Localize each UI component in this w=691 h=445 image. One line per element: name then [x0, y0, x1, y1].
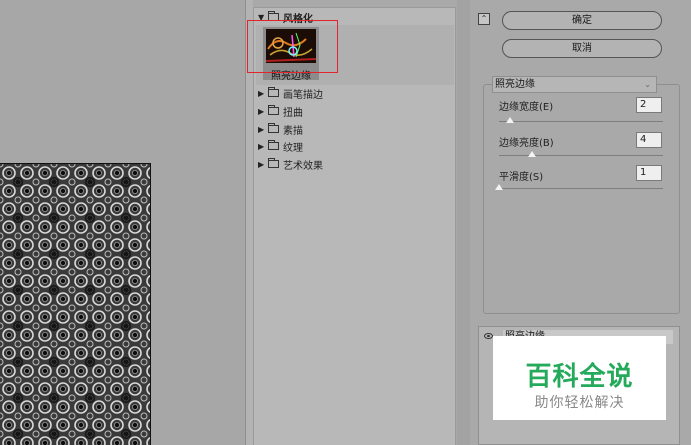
- divider-right[interactable]: [457, 0, 470, 445]
- watermark-subtitle: 助你轻松解决: [534, 395, 625, 411]
- smoothness-label: 平滑度(S): [499, 172, 544, 183]
- ok-button[interactable]: 确定: [502, 11, 662, 30]
- collapsed-arrow-icon: ▶: [258, 124, 265, 134]
- edge-brightness-label: 边缘亮度(B): [499, 138, 554, 149]
- category-label: 纹理: [283, 142, 303, 154]
- folder-icon: [268, 105, 279, 115]
- category-label: 扭曲: [283, 107, 303, 119]
- category-texture[interactable]: ▶ 纹理: [258, 139, 303, 154]
- filter-parameters: 照亮边缘 ⌄ 边缘宽度(E) 2 边缘亮度(B) 4 平滑度(S) 1: [483, 76, 680, 314]
- collapsed-arrow-icon: ▶: [258, 106, 265, 116]
- smoothness-slider[interactable]: [495, 184, 663, 190]
- smoothness-field[interactable]: 1: [636, 165, 662, 181]
- watermark-title: 百科全说: [525, 362, 634, 392]
- edge-width-label: 边缘宽度(E): [499, 102, 554, 113]
- folder-icon: [268, 158, 279, 168]
- edge-brightness-field[interactable]: 4: [636, 132, 662, 148]
- folder-icon: [268, 87, 279, 97]
- category-distort[interactable]: ▶ 扭曲: [258, 104, 303, 119]
- cancel-button[interactable]: 取消: [502, 39, 662, 58]
- category-artistic[interactable]: ▶ 艺术效果: [258, 157, 323, 172]
- collapse-gallery-button[interactable]: ⌃: [478, 13, 490, 25]
- collapsed-arrow-icon: ▶: [258, 88, 265, 98]
- category-label: 素描: [283, 125, 303, 137]
- edge-brightness-slider[interactable]: [499, 151, 663, 157]
- folder-icon: [268, 140, 279, 150]
- slider-thumb[interactable]: [527, 151, 536, 157]
- watermark: 百科全说 助你轻松解决: [493, 336, 666, 420]
- collapsed-arrow-icon: ▶: [258, 141, 265, 151]
- edge-width-slider[interactable]: [499, 117, 663, 123]
- category-label: 画笔描边: [283, 89, 323, 101]
- preview-panel: [0, 0, 246, 445]
- slider-thumb[interactable]: [495, 184, 503, 190]
- filter-select[interactable]: 照亮边缘 ⌄: [492, 76, 657, 93]
- edge-width-field[interactable]: 2: [636, 97, 662, 113]
- eye-icon[interactable]: [484, 333, 493, 339]
- folder-icon: [268, 123, 279, 133]
- filter-select-value: 照亮边缘: [495, 79, 535, 90]
- category-label: 艺术效果: [283, 160, 323, 172]
- category-sketch[interactable]: ▶ 素描: [258, 122, 303, 137]
- selection-highlight: [247, 20, 338, 73]
- chevron-down-icon: ⌄: [644, 80, 651, 89]
- category-brush-strokes[interactable]: ▶ 画笔描边: [258, 86, 323, 101]
- collapse-icon: ⌃: [480, 14, 488, 23]
- preview-image[interactable]: [0, 163, 151, 445]
- glowing-edges-pattern: [0, 164, 150, 445]
- slider-thumb[interactable]: [506, 117, 515, 123]
- collapsed-arrow-icon: ▶: [258, 159, 265, 169]
